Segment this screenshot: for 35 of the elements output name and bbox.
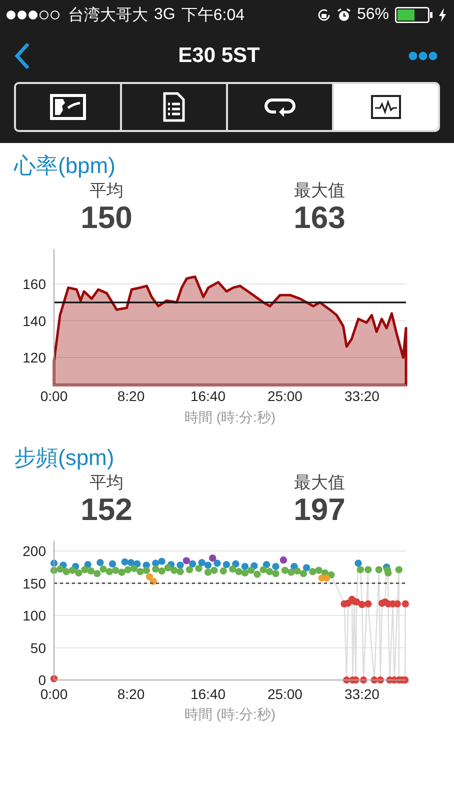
section-title: 心率(bpm) bbox=[12, 152, 116, 179]
stat-label: 最大值 bbox=[294, 473, 345, 493]
x-axis-title: 時間 (時:分:秒) bbox=[184, 706, 276, 722]
x-tick-label: 8:20 bbox=[117, 388, 145, 404]
y-tick-label: 140 bbox=[22, 312, 46, 329]
section-title: 步頻(spm) bbox=[13, 444, 116, 471]
y-tick-label: 120 bbox=[22, 349, 46, 366]
x-tick-label: 25:00 bbox=[267, 388, 302, 404]
carrier-name: 台湾大哥大 bbox=[68, 6, 148, 26]
stat-value: 197 bbox=[294, 493, 346, 527]
y-tick-label: 100 bbox=[22, 608, 46, 624]
page-title: E30 5ST bbox=[178, 44, 260, 68]
x-tick-label: 25:00 bbox=[267, 686, 302, 702]
battery-percent: 56% bbox=[356, 6, 389, 24]
y-tick-label: 160 bbox=[22, 276, 46, 292]
stat-value: 163 bbox=[294, 201, 346, 235]
x-tick-label: 16:40 bbox=[190, 686, 226, 702]
stat-value: 150 bbox=[80, 201, 132, 235]
x-tick-label: 8:20 bbox=[117, 686, 145, 702]
y-tick-label: 50 bbox=[30, 640, 46, 656]
x-axis-title: 時間 (時:分:秒) bbox=[184, 409, 276, 425]
y-tick-label: 0 bbox=[38, 672, 46, 688]
clock-time: 下午6:04 bbox=[181, 6, 244, 26]
x-tick-label: 33:20 bbox=[344, 388, 380, 404]
x-tick-label: 33:20 bbox=[344, 686, 380, 702]
stat-value: 152 bbox=[80, 493, 132, 527]
y-tick-label: 200 bbox=[22, 543, 46, 559]
x-tick-label: 16:40 bbox=[190, 388, 226, 404]
x-tick-label: 0:00 bbox=[40, 388, 68, 404]
x-tick-label: 0:00 bbox=[40, 686, 68, 702]
y-tick-label: 150 bbox=[22, 575, 46, 592]
network-type: 3G bbox=[154, 6, 176, 24]
stat-label: 平均 bbox=[90, 181, 124, 201]
stat-label: 最大值 bbox=[294, 181, 345, 201]
stat-label: 平均 bbox=[90, 473, 124, 493]
